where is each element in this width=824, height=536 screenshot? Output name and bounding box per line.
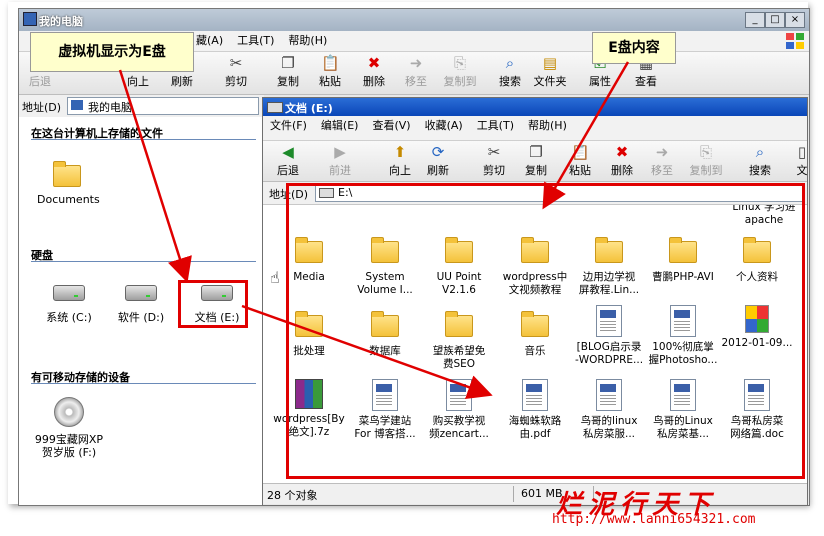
arrow-to-drive-e: [118, 69, 192, 283]
annotation-arrows: [118, 61, 630, 400]
watermark-url: http://www.lanni654321.com: [552, 512, 756, 527]
arrow-drive-to-contents: [241, 304, 493, 400]
arrow-to-contents: [542, 61, 630, 210]
